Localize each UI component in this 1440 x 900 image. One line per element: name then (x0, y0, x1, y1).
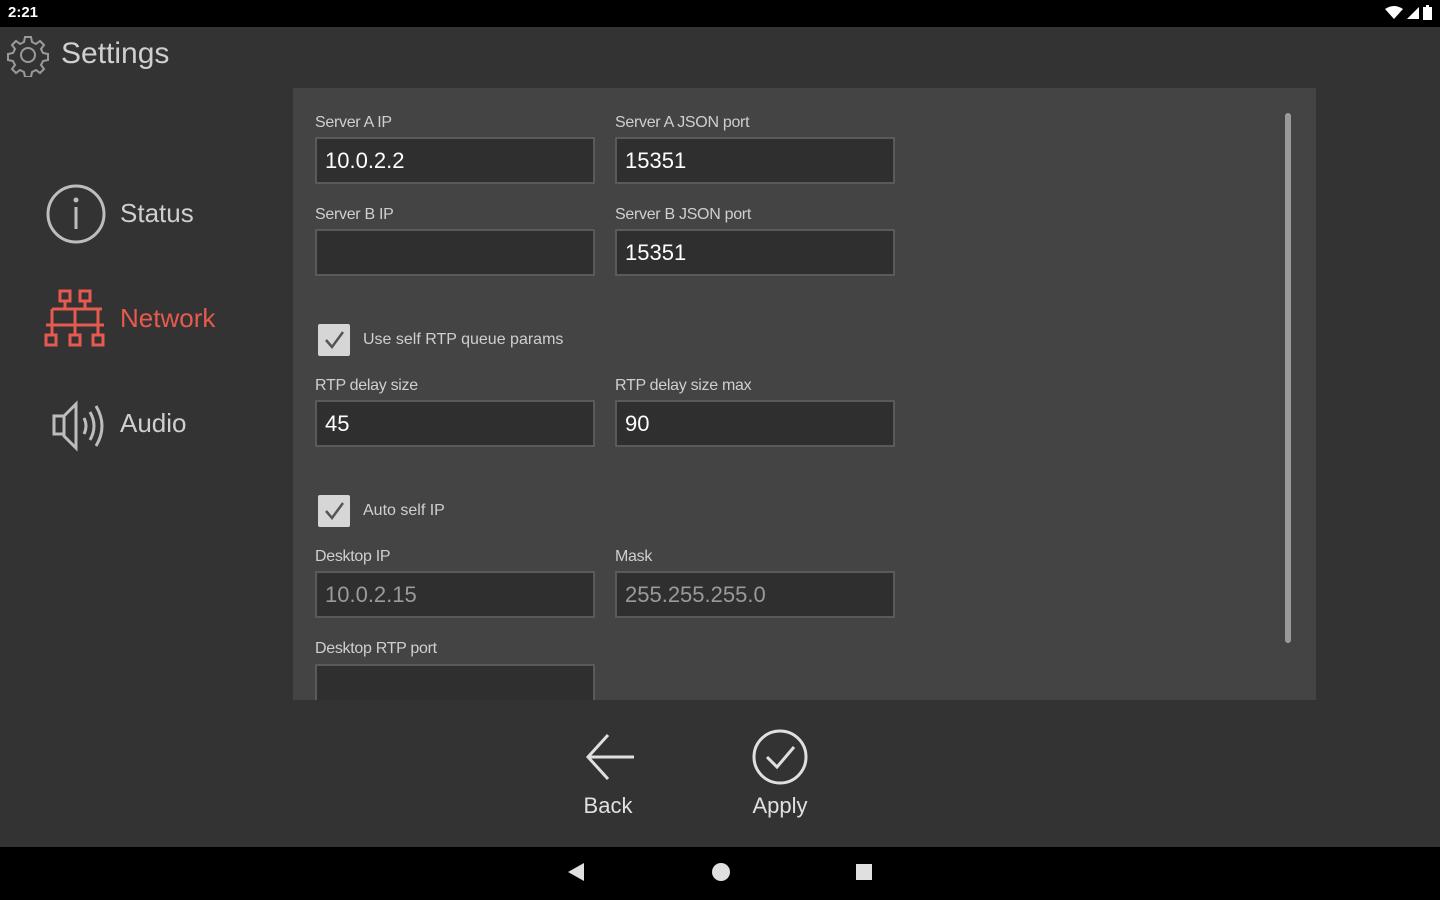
network-icon (44, 289, 105, 347)
sidebar-item-audio[interactable]: Audio (40, 390, 280, 460)
apply-label: Apply (752, 793, 808, 818)
server-a-port-input[interactable] (615, 137, 895, 184)
arrow-left-icon (585, 733, 634, 781)
back-triangle-icon[interactable] (566, 861, 586, 883)
signal-icon (1407, 6, 1419, 19)
app-header: Settings (0, 27, 400, 83)
clock: 2:21 (8, 4, 39, 21)
rtp-delay-size-label: RTP delay size (315, 377, 418, 394)
system-status-bar: 2:21 (0, 0, 1440, 27)
rtp-delay-size-max-input[interactable] (615, 400, 895, 447)
mask-input[interactable] (615, 571, 895, 618)
panel-scrollbar[interactable] (1285, 113, 1291, 643)
checkmark-icon (325, 502, 345, 521)
sidebar-item-label: Status (120, 198, 194, 228)
desktop-rtp-port-input[interactable] (315, 664, 595, 700)
back-button[interactable]: Back (548, 727, 668, 827)
server-b-port-input[interactable] (615, 229, 895, 276)
server-a-ip-label: Server A IP (315, 114, 392, 131)
desktop-ip-input[interactable] (315, 571, 595, 618)
recents-square-icon[interactable] (854, 861, 874, 883)
server-a-ip-input[interactable] (315, 137, 595, 184)
sidebar-item-status[interactable]: Status (40, 180, 280, 250)
battery-icon (1423, 5, 1432, 20)
rtp-delay-size-input[interactable] (315, 400, 595, 447)
gear-icon (7, 36, 49, 77)
server-b-port-label: Server B JSON port (615, 206, 751, 223)
home-circle-icon[interactable] (710, 861, 732, 883)
apply-button[interactable]: Apply (720, 727, 840, 827)
sidebar-item-label: Audio (120, 408, 187, 438)
desktop-rtp-port-label: Desktop RTP port (315, 640, 437, 657)
wifi-icon (1385, 5, 1403, 19)
rtp-delay-size-max-label: RTP delay size max (615, 377, 752, 394)
server-b-ip-input[interactable] (315, 229, 595, 276)
mask-label: Mask (615, 548, 653, 565)
use-self-rtp-label: Use self RTP queue params (363, 331, 564, 348)
system-icons (1385, 5, 1432, 20)
page-title: Settings (61, 37, 170, 70)
speaker-icon (52, 400, 104, 452)
checkmark-icon (325, 331, 345, 350)
info-icon (46, 184, 106, 244)
auto-self-ip-checkbox[interactable] (318, 495, 350, 527)
sidebar-item-label: Network (120, 303, 216, 333)
sidebar-item-network[interactable]: Network (40, 285, 280, 355)
check-circle-icon (752, 729, 808, 785)
network-settings-panel[interactable]: Server A IP Server A JSON port Server B … (293, 88, 1316, 700)
system-nav-bar (0, 847, 1440, 900)
use-self-rtp-checkbox[interactable] (318, 324, 350, 356)
desktop-ip-label: Desktop IP (315, 548, 391, 565)
auto-self-ip-label: Auto self IP (363, 502, 445, 519)
server-a-port-label: Server A JSON port (615, 114, 750, 131)
back-label: Back (583, 793, 633, 818)
server-b-ip-label: Server B IP (315, 206, 394, 223)
